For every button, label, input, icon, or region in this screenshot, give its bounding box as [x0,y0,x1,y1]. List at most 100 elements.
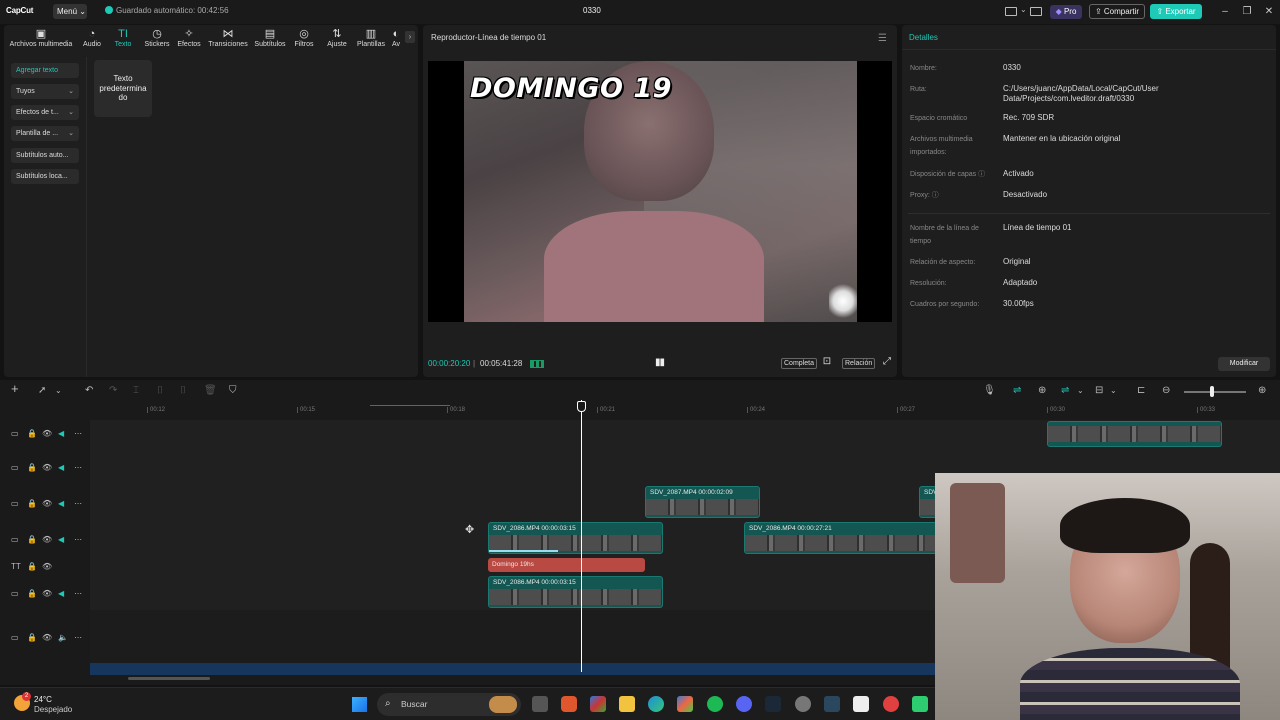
snap-icon[interactable]: ⇌ [1061,385,1069,397]
sidebar-item-auto-captions[interactable]: Subtítulos auto... [11,148,79,163]
audio-icon[interactable]: ◀ [58,589,64,598]
ratio-button[interactable]: Relación [842,358,876,369]
more-icon[interactable]: ⋯ [74,535,82,544]
text-clip[interactable]: Domingo 19hs [488,558,645,572]
caption-icon[interactable]: ⊏ [1137,385,1145,397]
tab-transitions[interactable]: ⋈ Transiciones [207,28,249,48]
undo-icon[interactable]: ↶ [85,385,93,397]
sidebar-item-yours[interactable]: Tuyos ⌄ [11,84,79,99]
audio-icon[interactable]: ◀ [58,429,64,438]
fullscreen-icon[interactable]: ⤢ [881,356,893,368]
add-icon[interactable]: + [11,382,19,395]
audio-icon[interactable]: ◀ [58,499,64,508]
steam-alt-icon[interactable] [824,696,840,712]
info-icon[interactable]: ⓘ [932,192,939,199]
zoom-in-icon[interactable]: ⊕ [1258,385,1266,397]
timecode-grid-icon[interactable] [530,360,544,368]
minimize-icon[interactable]: – [1217,4,1233,19]
sidebar-item-local-captions[interactable]: Subtítulos loca... [11,169,79,184]
more-icon[interactable]: ⋯ [74,499,82,508]
microsoft-store-icon[interactable] [677,696,693,712]
tab-adjust[interactable]: ⇅ Ajuste [324,28,350,48]
split-left-icon[interactable]: ⌷ [157,385,163,397]
magnet-icon[interactable]: ⊕ [1038,385,1046,397]
zoom-slider[interactable] [1184,391,1246,393]
eye-icon[interactable]: 👁 [42,589,52,598]
video-clip[interactable]: SDV_2087.MP4 00:00:02:09 [645,486,760,518]
eye-icon[interactable]: 👁 [42,463,52,472]
tab-text[interactable]: TI Texto [112,28,134,48]
video-canvas[interactable]: DOMINGO 19 [428,61,892,322]
track-cover-icon[interactable]: ▭ [11,535,19,544]
tab-avatar[interactable]: ◐ Av [390,28,402,48]
more-icon[interactable]: ⋯ [74,589,82,598]
track-cover-icon[interactable]: ▭ [11,499,19,508]
lock-icon[interactable]: 🔒 [27,429,37,438]
lock-icon[interactable]: 🔒 [27,562,37,571]
eye-icon[interactable]: 👁 [42,562,52,571]
modify-button[interactable]: Modificar [1218,357,1270,371]
lock-icon[interactable]: 🔒 [27,463,37,472]
track-cover-icon[interactable]: ▭ [11,463,19,472]
delete-icon[interactable]: 🗑 [204,385,217,397]
maximize-icon[interactable]: ❐ [1239,4,1255,19]
main-track-bar[interactable] [90,663,935,675]
settings-icon[interactable] [795,696,811,712]
redo-icon[interactable]: ↷ [109,385,117,397]
layout-icon[interactable] [1005,7,1017,16]
share-button[interactable]: ⇪ Compartir [1089,4,1145,19]
app-icon[interactable] [883,696,899,712]
playhead-handle[interactable] [577,401,586,412]
pro-button[interactable]: ◆ Pro [1050,5,1082,19]
tab-media[interactable]: ▣ Archivos multimedia [8,28,74,48]
tab-audio[interactable]: ◔ Audio [80,28,104,48]
weather-condition[interactable]: Despejado [34,705,72,714]
video-overlay-text[interactable]: DOMINGO 19 [470,73,672,104]
more-icon[interactable]: ⋯ [74,463,82,472]
pause-icon[interactable]: ▮▮ [655,357,665,368]
link-icon[interactable]: ⇌ [1013,385,1021,397]
discord-icon[interactable] [736,696,752,712]
sidebar-item-text-effects[interactable]: Efectos de t... ⌄ [11,105,79,120]
task-view-icon[interactable] [532,696,548,712]
more-icon[interactable]: ⋯ [74,633,82,642]
split-right-icon[interactable]: ⌷ [180,385,186,397]
eye-icon[interactable]: 👁 [42,633,52,642]
store-icon[interactable] [590,696,606,712]
sidebar-item-text-template[interactable]: Plantilla de ... ⌄ [11,126,79,141]
track-cover-icon[interactable]: ▭ [11,633,19,642]
track-cover-icon[interactable]: ▭ [11,429,19,438]
full-button[interactable]: Completa [781,358,817,369]
volume-icon[interactable]: 🔈 [58,633,68,642]
shield-icon[interactable]: ⛉ [229,385,237,397]
cursor-icon[interactable]: ➚ [38,385,46,397]
video-clip[interactable]: SDV_2086.MP4 00:00:03:15 [488,576,663,608]
capcut-icon[interactable] [853,696,869,712]
eye-icon[interactable]: 👁 [42,535,52,544]
steam-icon[interactable] [765,696,781,712]
preview-axis-icon[interactable]: ⊟ [1095,385,1103,397]
weather-temperature[interactable]: 24°C [34,695,52,704]
audio-icon[interactable]: ◀ [58,535,64,544]
shortcut-icon[interactable] [1030,7,1042,16]
screenshot-icon[interactable]: ⊡ [821,356,833,368]
chevron-down-icon[interactable]: ⌄ [1110,385,1117,397]
chevron-down-icon[interactable]: ⌄ [55,385,62,397]
eye-icon[interactable]: 👁 [42,499,52,508]
default-text-card[interactable]: Texto predetermina do [94,60,152,117]
lock-icon[interactable]: 🔒 [27,589,37,598]
taskbar-search[interactable]: ⌕ Buscar [377,693,521,716]
microphone-icon[interactable]: 🎙 [983,385,996,397]
audio-icon[interactable]: ◀ [58,463,64,472]
hamburger-icon[interactable]: ☰ [878,33,887,44]
export-button[interactable]: ⇧ Exportar [1150,4,1202,19]
close-icon[interactable]: ✕ [1261,4,1277,19]
playhead[interactable] [581,400,582,672]
lock-icon[interactable]: 🔒 [27,633,37,642]
lock-icon[interactable]: 🔒 [27,499,37,508]
tab-effects[interactable]: ✧ Efectos [176,28,202,48]
zoom-out-icon[interactable]: ⊖ [1162,385,1170,397]
more-icon[interactable]: ⋯ [74,429,82,438]
split-icon[interactable]: ⌶ [133,385,139,397]
zoom-slider-handle[interactable] [1210,386,1214,397]
